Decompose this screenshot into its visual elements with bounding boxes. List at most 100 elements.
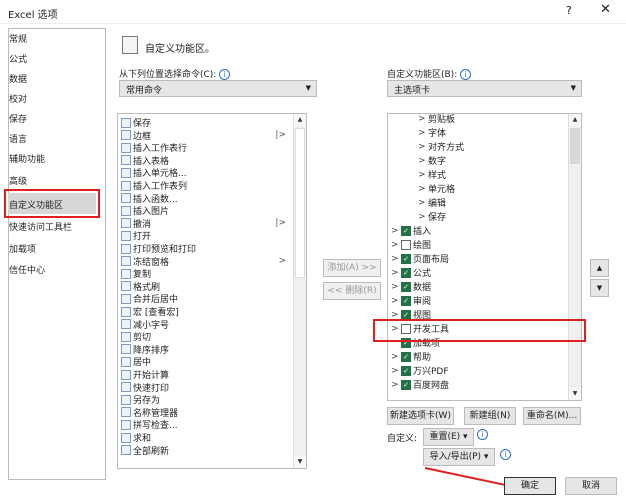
command-item[interactable]: 插入单元格... (121, 166, 291, 179)
expand-chevron-icon[interactable]: > (418, 156, 428, 166)
new-tab-button[interactable]: 新建选项卡(W) (387, 407, 454, 425)
command-item[interactable]: 插入图片 (121, 204, 291, 217)
reset-button[interactable]: 重置(E) ▾ (423, 428, 474, 446)
command-item[interactable]: 打印预览和打印 (121, 242, 291, 255)
command-item[interactable]: 宏 [查看宏] (121, 305, 291, 318)
command-item[interactable]: 插入表格 (121, 154, 291, 167)
ribbon-tree-item[interactable]: > ✓ 万兴PDF (391, 364, 449, 377)
expand-chevron-icon[interactable]: > (391, 380, 401, 390)
command-item[interactable]: 插入函数... (121, 192, 291, 205)
command-item[interactable]: 保存 (121, 116, 291, 129)
command-item[interactable]: 撤消 |> (121, 217, 291, 230)
tab-checkbox[interactable]: ✓ (401, 253, 411, 264)
expand-chevron-icon[interactable]: > (391, 226, 401, 236)
command-item[interactable]: 名称管理器 (121, 406, 291, 419)
ribbon-tree-item[interactable]: > 字体 (418, 126, 446, 140)
scrollbar[interactable]: ▲ ▼ (568, 114, 581, 400)
tab-checkbox[interactable] (401, 239, 411, 250)
expand-chevron-icon[interactable]: > (418, 184, 428, 194)
sidebar-item[interactable]: 加载项 (9, 242, 36, 255)
add-button[interactable]: 添加(A) >> (323, 259, 381, 277)
commands-list[interactable]: ▲ ▼ 保存 边框 |> 插入工作表行 插入表格 插入单元格... 插入工作表列 插入函数..… (117, 113, 307, 469)
ribbon-tree-item[interactable]: > 样式 (418, 168, 446, 182)
command-item[interactable]: 剪切 (121, 330, 291, 343)
import-export-button[interactable]: 导入/导出(P) ▾ (423, 448, 495, 466)
ribbon-tree-item[interactable]: > ✓ 公式 (391, 266, 431, 279)
ribbon-tree-item[interactable]: > ✓ 审阅 (391, 294, 431, 307)
expand-chevron-icon[interactable]: > (418, 198, 428, 208)
expand-chevron-icon[interactable]: > (418, 170, 428, 180)
info-icon[interactable]: i (219, 69, 231, 80)
close-button[interactable]: ✕ (600, 2, 611, 17)
ribbon-tree-item[interactable]: > 剪贴板 (418, 114, 455, 125)
command-item[interactable]: 开始计算 (121, 368, 291, 381)
command-item[interactable]: 降序排序 (121, 343, 291, 356)
tab-checkbox[interactable]: ✓ (401, 281, 411, 292)
tab-checkbox[interactable]: ✓ (401, 267, 411, 278)
new-group-button[interactable]: 新建组(N) (464, 407, 516, 425)
help-button[interactable]: ? (566, 4, 572, 17)
scroll-up-icon[interactable]: ▲ (569, 114, 581, 126)
ribbon-tree-item[interactable]: > 对齐方式 (418, 140, 464, 154)
rename-button[interactable]: 重命名(M)... (523, 407, 581, 425)
expand-chevron-icon[interactable]: > (391, 352, 401, 362)
command-item[interactable]: 拼写检查... (121, 418, 291, 431)
command-item[interactable]: 冻结窗格 > (121, 255, 291, 268)
command-item[interactable]: 减小字号 (121, 318, 291, 331)
sidebar-item[interactable]: 信任中心 (9, 263, 45, 276)
ok-button[interactable]: 确定 (504, 477, 556, 495)
sidebar-item[interactable]: 数据 (9, 72, 27, 85)
expand-chevron-icon[interactable]: > (391, 268, 401, 278)
command-item[interactable]: 求和 (121, 431, 291, 444)
ribbon-tree-item[interactable]: > ✓ 帮助 (391, 350, 431, 363)
scroll-down-icon[interactable]: ▼ (294, 456, 306, 468)
expand-chevron-icon[interactable]: > (418, 128, 428, 138)
tab-checkbox[interactable]: ✓ (401, 351, 411, 362)
command-item[interactable]: 全部刷新 (121, 444, 291, 457)
expand-chevron-icon[interactable]: > (418, 142, 428, 152)
command-item[interactable]: 格式刷 (121, 280, 291, 293)
ribbon-tree-item[interactable]: > ✓ 页面布局 (391, 252, 449, 265)
ribbon-tree-item[interactable]: > 保存 (418, 210, 446, 224)
tab-checkbox[interactable]: ✓ (401, 309, 411, 320)
ribbon-tree-item[interactable]: > ✓ 数据 (391, 280, 431, 293)
tab-checkbox[interactable]: ✓ (401, 365, 411, 376)
scroll-thumb[interactable] (295, 128, 305, 278)
command-item[interactable]: 边框 |> (121, 129, 291, 142)
sidebar-item[interactable]: 高级 (9, 174, 27, 187)
sidebar-item[interactable]: 语言 (9, 132, 27, 145)
tab-checkbox[interactable]: ✓ (401, 225, 411, 236)
scroll-thumb[interactable] (570, 128, 580, 164)
ribbon-tree[interactable]: ▲ ▼ > 剪贴板 > 字体 > 对齐方式 > 数字 > 样式 > 单元格 > 编辑 > 保存 > ✓ 插入 > 绘图 >… (387, 113, 582, 401)
ribbon-tree-item[interactable]: > 编辑 (418, 196, 446, 210)
scroll-down-icon[interactable]: ▼ (569, 388, 581, 400)
scrollbar[interactable]: ▲ ▼ (293, 114, 306, 468)
expand-chevron-icon[interactable]: > (391, 366, 401, 376)
tab-checkbox[interactable]: ✓ (401, 295, 411, 306)
command-item[interactable]: 居中 (121, 355, 291, 368)
sidebar-item[interactable]: 常规 (9, 32, 27, 45)
expand-chevron-icon[interactable]: > (391, 240, 401, 250)
info-icon[interactable]: i (460, 69, 472, 80)
command-item[interactable]: 快速打印 (121, 381, 291, 394)
ribbon-tree-item[interactable]: > 绘图 (391, 238, 431, 251)
command-item[interactable]: 另存为 (121, 393, 291, 406)
move-down-button[interactable]: ▼ (590, 279, 609, 297)
command-item[interactable]: 插入工作表行 (121, 141, 291, 154)
command-item[interactable]: 打开 (121, 229, 291, 242)
expand-chevron-icon[interactable]: > (391, 310, 401, 320)
tab-checkbox[interactable]: ✓ (401, 379, 411, 390)
ribbon-tree-item[interactable]: > ✓ 百度网盘 (391, 378, 449, 391)
expand-chevron-icon[interactable]: > (418, 212, 428, 222)
sidebar-item[interactable]: 公式 (9, 52, 27, 65)
sidebar-item[interactable]: 校对 (9, 92, 27, 105)
command-item[interactable]: 合并后居中 (121, 292, 291, 305)
sidebar-item[interactable]: 辅助功能 (9, 152, 45, 165)
command-item[interactable]: 复制 (121, 267, 291, 280)
info-icon[interactable]: i (477, 429, 488, 440)
command-item[interactable]: 插入工作表列 (121, 179, 291, 192)
commands-source-select[interactable]: 常用命令 ▼ (119, 80, 317, 97)
expand-chevron-icon[interactable]: > (418, 114, 428, 124)
cancel-button[interactable]: 取消 (565, 477, 617, 495)
ribbon-tree-item[interactable]: > 数字 (418, 154, 446, 168)
